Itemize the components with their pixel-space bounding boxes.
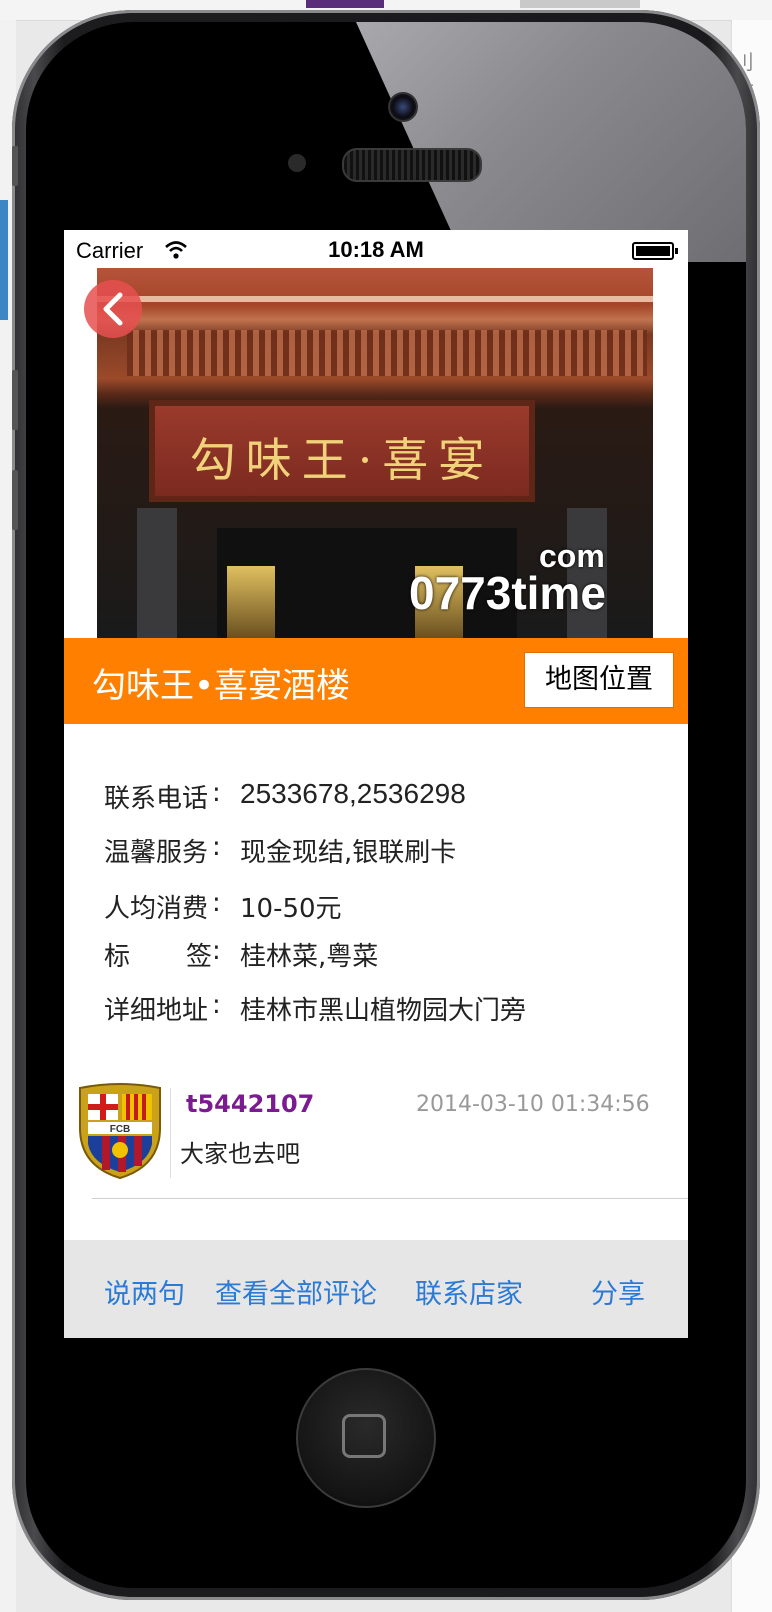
tag-value: 桂林菜,粤菜 — [240, 942, 379, 972]
price-value: 10-50元 — [240, 894, 342, 924]
address-value: 桂林市黑山植物园大门旁 — [240, 996, 527, 1026]
earpiece-speaker — [342, 148, 482, 182]
watermark-site: 0773time — [409, 567, 606, 619]
proximity-sensor — [288, 154, 306, 172]
say-something-button[interactable]: 说两句 — [104, 1272, 185, 1311]
restaurant-title-bar: 勾味王•喜宴酒楼 地图位置 — [64, 638, 688, 724]
label-colon: : — [212, 888, 221, 918]
view-all-reviews-button[interactable]: 查看全部评论 — [215, 1272, 377, 1311]
desktop-tab — [520, 0, 640, 8]
label-colon: : — [212, 778, 221, 808]
battery-icon — [632, 242, 678, 260]
home-square-icon — [342, 1414, 386, 1458]
photo-lamp — [227, 566, 275, 638]
front-camera — [388, 92, 418, 122]
avatar-divider — [170, 1088, 171, 1178]
restaurant-photo: 勾味王·喜宴 com 0773time — [97, 268, 653, 638]
tag-label-second: 签 — [186, 942, 213, 972]
comment-divider — [92, 1198, 688, 1199]
avatar: FCB — [79, 1083, 161, 1180]
share-button[interactable]: 分享 — [591, 1272, 645, 1311]
label-colon: : — [212, 832, 221, 862]
service-value: 现金现结,银联刷卡 — [240, 838, 457, 868]
photo-lattice — [127, 330, 647, 376]
app-screen: Carrier 10:18 AM 勾味王·喜宴 com 0773time 勾味王… — [64, 230, 688, 1338]
desktop-left-marker — [0, 200, 8, 320]
photo-signboard: 勾味王·喜宴 — [149, 400, 535, 502]
label-colon: : — [212, 990, 221, 1020]
home-button[interactable] — [296, 1368, 436, 1508]
comment-item[interactable]: FCB t5442107 2014-03-10 01:34:56 大家也去吧 — [64, 1076, 688, 1200]
comment-text: 大家也去吧 — [180, 1140, 300, 1168]
tag-label-first: 标 — [104, 942, 131, 972]
chevron-left-icon — [103, 292, 123, 326]
signboard-text: 勾味王·喜宴 — [189, 433, 495, 487]
mute-switch — [12, 146, 18, 186]
svg-text:FCB: FCB — [110, 1124, 131, 1135]
volume-up-button — [12, 370, 18, 430]
back-button[interactable] — [84, 280, 142, 338]
label-colon: : — [212, 936, 221, 966]
comment-date: 2014-03-10 01:34:56 — [416, 1092, 650, 1117]
phone-value[interactable]: 2533678,2536298 — [240, 778, 466, 810]
desktop-tab-active — [306, 0, 384, 8]
comment-username[interactable]: t5442107 — [186, 1090, 314, 1118]
restaurant-name: 勾味王•喜宴酒楼 — [92, 666, 351, 706]
status-time: 10:18 AM — [328, 237, 424, 262]
map-location-button[interactable]: 地图位置 — [524, 652, 674, 708]
screen-glare — [356, 22, 746, 262]
photo-beam — [97, 296, 653, 302]
photo-pillar — [137, 508, 177, 638]
bottom-action-bar: 说两句 查看全部评论 联系店家 分享 — [64, 1240, 688, 1338]
contact-store-button[interactable]: 联系店家 — [415, 1272, 523, 1311]
status-bar: Carrier 10:18 AM — [64, 230, 688, 270]
volume-down-button — [12, 470, 18, 530]
